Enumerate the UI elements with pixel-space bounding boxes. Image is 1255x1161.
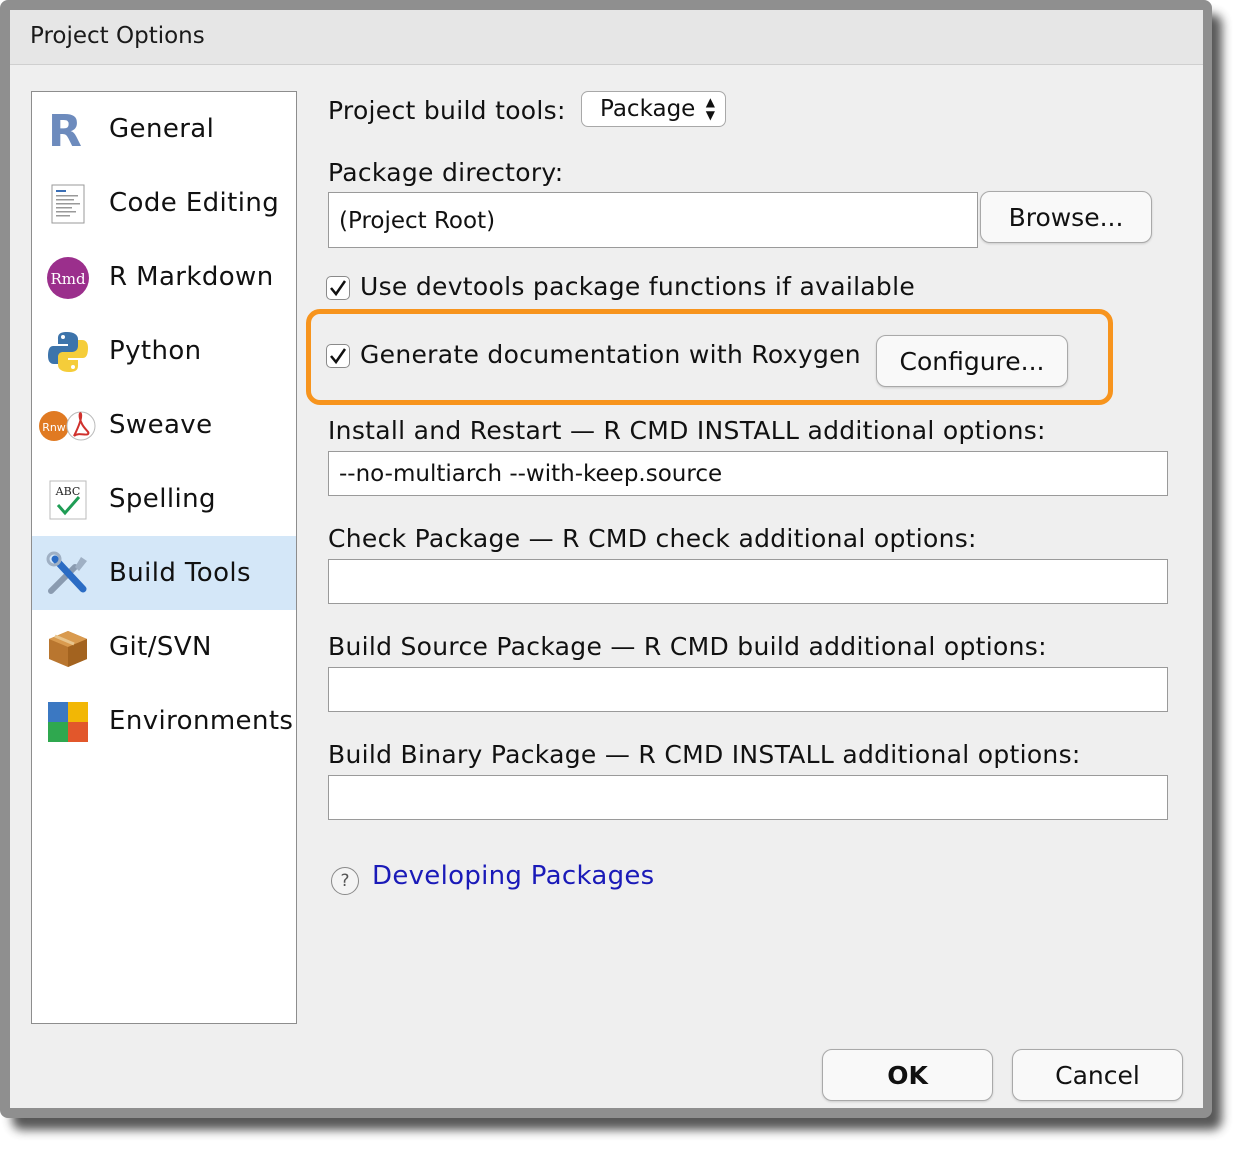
check-options-field[interactable]: [328, 559, 1168, 604]
ok-button[interactable]: OK: [822, 1049, 993, 1101]
svg-text:Rmd: Rmd: [50, 270, 86, 288]
python-icon: [44, 328, 92, 376]
up-down-arrows-icon: ▲ ▼: [705, 95, 715, 122]
svg-text:R: R: [48, 108, 82, 152]
project-options-dialog: Project Options R General Code Editing R…: [0, 0, 1212, 1118]
browse-button[interactable]: Browse...: [980, 191, 1152, 243]
code-document-icon: [44, 180, 92, 228]
sidebar-item-label: Python: [109, 336, 202, 366]
sidebar-item-sweave[interactable]: Rnw Sweave: [32, 388, 296, 462]
sidebar-item-label: General: [109, 114, 215, 144]
sidebar-item-label: Code Editing: [109, 188, 280, 218]
sidebar-item-build-tools[interactable]: Build Tools: [32, 536, 296, 610]
checkmark-icon: [330, 280, 347, 297]
sidebar-item-environments[interactable]: Environments: [32, 684, 296, 758]
svg-text:Rnw: Rnw: [42, 421, 66, 434]
build-tools-select[interactable]: Package ▲ ▼: [581, 91, 726, 127]
check-options-label: Check Package — R CMD check additional o…: [328, 524, 977, 553]
sweave-icon: Rnw: [38, 402, 98, 450]
build-source-options-label: Build Source Package — R CMD build addit…: [328, 632, 1047, 661]
install-options-field[interactable]: --no-multiarch --with-keep.source: [328, 451, 1168, 496]
sidebar-item-general[interactable]: R General: [32, 92, 296, 166]
build-tools-icon: [44, 550, 92, 598]
sidebar-item-label: R Markdown: [109, 262, 274, 292]
build-binary-options-field[interactable]: [328, 775, 1168, 820]
spelling-icon: ABC: [44, 476, 92, 524]
sidebar: R General Code Editing Rmd R Markdown Py…: [31, 91, 297, 1024]
sidebar-item-r-markdown[interactable]: Rmd R Markdown: [32, 240, 296, 314]
sidebar-item-code-editing[interactable]: Code Editing: [32, 166, 296, 240]
sidebar-item-label: Environments: [109, 706, 294, 736]
help-icon: ?: [331, 867, 359, 895]
rmd-icon: Rmd: [44, 254, 92, 302]
sidebar-item-python[interactable]: Python: [32, 314, 296, 388]
package-directory-field[interactable]: (Project Root): [328, 192, 978, 248]
developing-packages-link[interactable]: Developing Packages: [372, 861, 655, 891]
sidebar-item-spelling[interactable]: ABC Spelling: [32, 462, 296, 536]
checkmark-icon: [330, 348, 347, 365]
dialog-body: Project Options R General Code Editing R…: [10, 10, 1203, 1108]
title-bar: Project Options: [10, 10, 1203, 65]
sidebar-item-label: Sweave: [109, 410, 213, 440]
devtools-checkbox[interactable]: [326, 276, 350, 300]
build-source-options-field[interactable]: [328, 667, 1168, 712]
build-binary-options-label: Build Binary Package — R CMD INSTALL add…: [328, 740, 1081, 769]
devtools-label: Use devtools package functions if availa…: [360, 272, 916, 301]
sidebar-item-git-svn[interactable]: Git/SVN: [32, 610, 296, 684]
build-tools-select-value: Package: [600, 96, 696, 122]
configure-button[interactable]: Configure...: [876, 335, 1068, 387]
window-title: Project Options: [30, 23, 205, 49]
roxygen-checkbox[interactable]: [326, 344, 350, 368]
roxygen-label: Generate documentation with Roxygen: [360, 340, 861, 369]
sidebar-item-label: Build Tools: [109, 558, 251, 588]
svg-text:ABC: ABC: [55, 485, 81, 498]
build-tools-label: Project build tools:: [328, 96, 566, 125]
cancel-button[interactable]: Cancel: [1012, 1049, 1183, 1101]
environments-icon: [44, 698, 92, 746]
r-logo-icon: R: [44, 106, 92, 154]
install-options-label: Install and Restart — R CMD INSTALL addi…: [328, 416, 1046, 445]
git-box-icon: [44, 624, 92, 672]
sidebar-item-label: Git/SVN: [109, 632, 212, 662]
package-directory-label: Package directory:: [328, 158, 564, 187]
sidebar-item-label: Spelling: [109, 484, 216, 514]
